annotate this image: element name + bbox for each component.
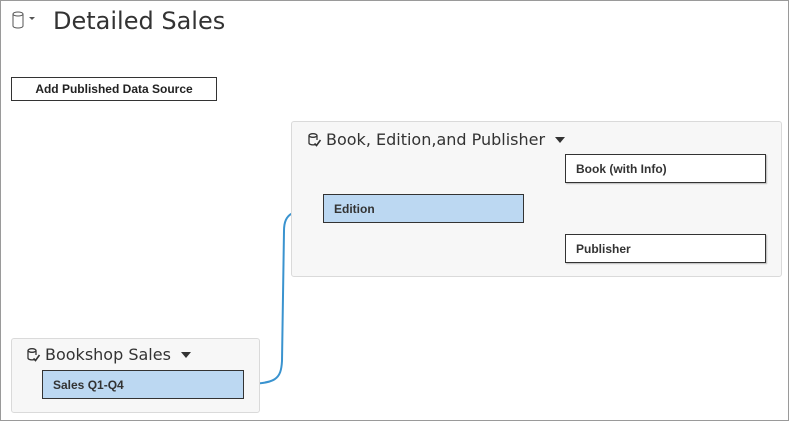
published-datasource-icon xyxy=(27,347,41,362)
bookshop-source-name: Bookshop Sales xyxy=(45,345,171,364)
bookshop-source-header: Bookshop Sales xyxy=(25,345,191,364)
table-book-with-info[interactable]: Book (with Info) xyxy=(565,154,766,183)
database-cylinder-icon[interactable] xyxy=(11,10,37,32)
page-title: Detailed Sales xyxy=(53,7,226,35)
table-sales-q1-q4[interactable]: Sales Q1-Q4 xyxy=(42,370,244,399)
chevron-down-icon[interactable] xyxy=(555,136,566,143)
publisher-source-header: Book, Edition,and Publisher xyxy=(306,130,566,149)
publisher-source-name: Book, Edition,and Publisher xyxy=(326,130,546,149)
table-edition[interactable]: Edition xyxy=(323,194,524,223)
chevron-down-icon[interactable] xyxy=(180,351,191,358)
table-publisher[interactable]: Publisher xyxy=(565,234,766,263)
chevron-down-icon xyxy=(29,17,35,20)
add-published-data-source-button[interactable]: Add Published Data Source xyxy=(11,77,217,101)
canvas: Detailed Sales Add Published Data Source… xyxy=(0,0,789,421)
published-datasource-icon xyxy=(308,132,322,147)
